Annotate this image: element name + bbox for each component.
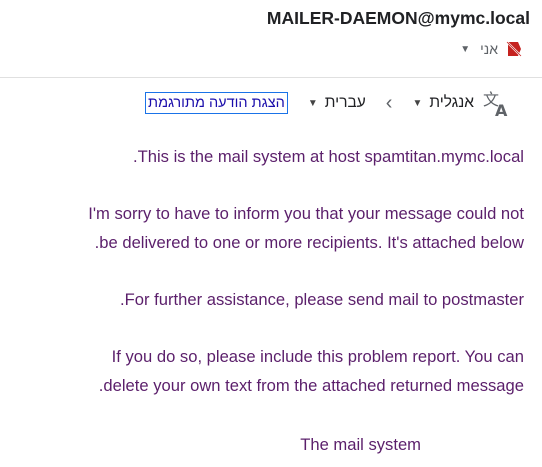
translate-bar: 文 A אנגלית ▼ ‹ עברית ▼ הצגת הודעה מתורגמ… xyxy=(145,88,512,120)
email-view: MAILER-DAEMON@mymc.local אני ▼ 文 A אנגלי… xyxy=(0,0,542,467)
chevron-down-icon: ▼ xyxy=(412,97,423,109)
message-line: .be delivered to one or more recipients.… xyxy=(94,233,524,252)
message-line: .delete your own text from the attached … xyxy=(98,376,524,395)
source-language-label: אנגלית xyxy=(429,94,474,111)
sender-address[interactable]: MAILER-DAEMON@mymc.local xyxy=(267,8,530,29)
message-line: I'm sorry to have to inform you that you… xyxy=(88,204,524,223)
message-line: .For further assistance, please send mai… xyxy=(120,290,524,309)
target-language-dropdown[interactable]: עברית ▼ xyxy=(308,94,366,112)
target-language-label: עברית xyxy=(324,94,366,111)
recipient-row[interactable]: אני ▼ xyxy=(460,39,524,59)
source-language-dropdown[interactable]: אנגלית ▼ xyxy=(412,94,474,112)
recipient-details-chevron-down-icon[interactable]: ▼ xyxy=(460,44,470,55)
recipient-label: אני xyxy=(480,41,498,57)
translate-icon: 文 A xyxy=(482,88,512,120)
important-label-icon xyxy=(504,39,524,59)
svg-text:A: A xyxy=(495,101,508,118)
message-line: .This is the mail system at host spamtit… xyxy=(133,147,524,166)
message-signature: The mail system xyxy=(300,435,421,454)
chevron-left-icon: ‹ xyxy=(385,92,393,114)
show-translated-message-button[interactable]: הצגת הודעה מתורגמת xyxy=(145,92,288,114)
header-divider xyxy=(0,77,542,78)
chevron-down-icon: ▼ xyxy=(307,97,318,109)
message-line: If you do so, please include this proble… xyxy=(111,347,524,366)
